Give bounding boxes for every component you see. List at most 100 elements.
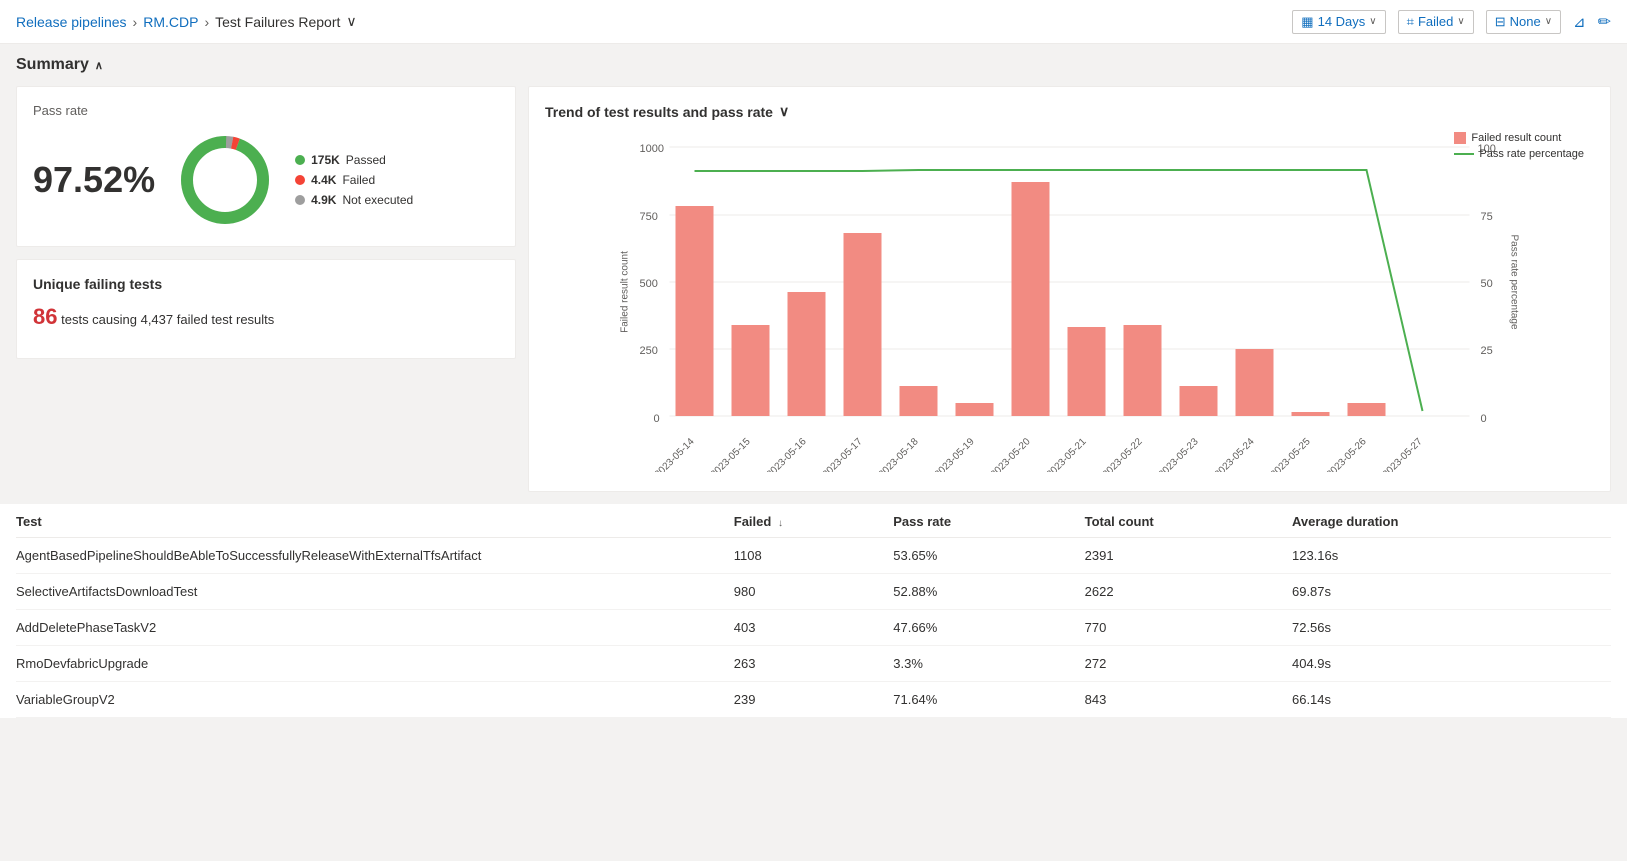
failing-count: 86 (33, 304, 57, 329)
unique-failing-title: Unique failing tests (33, 276, 499, 292)
cell-total-4: 843 (1085, 682, 1292, 718)
chart-title[interactable]: Trend of test results and pass rate ∨ (545, 103, 1594, 120)
legend-not-executed: 4.9K Not executed (295, 193, 413, 207)
svg-text:2023-05-26: 2023-05-26 (1325, 436, 1369, 472)
breadcrumb-release-pipelines[interactable]: Release pipelines (16, 14, 127, 30)
legend-failed-result: Failed result count (1454, 132, 1584, 144)
table-row[interactable]: AddDeletePhaseTaskV2 403 47.66% 770 72.5… (16, 610, 1611, 646)
donut-chart (175, 130, 275, 230)
table-row[interactable]: AgentBasedPipelineShouldBeAbleToSuccessf… (16, 538, 1611, 574)
beaker-icon: ⌗ (1407, 14, 1414, 30)
sort-icon-failed: ↓ (778, 518, 783, 529)
pass-rate-value: 97.52% (33, 159, 155, 201)
table-header-row: Test Failed ↓ Pass rate Total count Aver… (16, 504, 1611, 538)
svg-text:Pass rate percentage: Pass rate percentage (1509, 234, 1520, 329)
table-section: Test Failed ↓ Pass rate Total count Aver… (0, 504, 1627, 718)
cell-avgdur-4: 66.14s (1292, 682, 1611, 718)
svg-text:2023-05-17: 2023-05-17 (821, 436, 865, 472)
pass-rate-line-legend (1454, 153, 1474, 155)
cell-test-0: AgentBasedPipelineShouldBeAbleToSuccessf… (16, 538, 734, 574)
svg-text:0: 0 (654, 413, 660, 425)
breadcrumb-sep-2: › (204, 14, 209, 30)
svg-text:Failed result count: Failed result count (620, 251, 631, 333)
svg-text:250: 250 (640, 345, 658, 357)
cell-test-1: SelectiveArtifactsDownloadTest (16, 574, 734, 610)
svg-text:2023-05-22: 2023-05-22 (1101, 436, 1145, 472)
svg-text:2023-05-25: 2023-05-25 (1269, 436, 1313, 472)
col-header-total: Total count (1085, 504, 1292, 538)
col-header-passrate: Pass rate (893, 504, 1084, 538)
legend-passed: 175K Passed (295, 153, 413, 167)
chart-title-chevron: ∨ (779, 103, 789, 120)
group-chevron: ∨ (1545, 16, 1552, 27)
failing-description-text: tests causing 4,437 failed test results (61, 312, 274, 327)
left-column: Pass rate 97.52% (16, 86, 516, 359)
pass-rate-title: Pass rate (33, 103, 499, 118)
breadcrumb-sep-1: › (133, 14, 138, 30)
pass-rate-card: Pass rate 97.52% (16, 86, 516, 247)
results-table: Test Failed ↓ Pass rate Total count Aver… (16, 504, 1611, 718)
svg-text:50: 50 (1481, 278, 1493, 290)
svg-text:750: 750 (640, 211, 658, 223)
breadcrumb: Release pipelines › RM.CDP › Test Failur… (16, 13, 357, 30)
not-executed-label: Not executed (342, 193, 413, 207)
calendar-icon: ▦ (1301, 14, 1313, 30)
breadcrumb-current: Test Failures Report (215, 14, 340, 30)
cell-failed-2: 403 (734, 610, 894, 646)
group-filter-pill[interactable]: ⊟ None ∨ (1486, 10, 1561, 34)
not-executed-value: 4.9K (311, 193, 336, 207)
svg-text:0: 0 (1481, 413, 1487, 425)
pass-rate-label: Pass rate percentage (1479, 148, 1584, 160)
not-executed-dot (295, 195, 305, 205)
table-row[interactable]: RmoDevfabricUpgrade 263 3.3% 272 404.9s (16, 646, 1611, 682)
days-label: 14 Days (1318, 14, 1366, 29)
svg-text:500: 500 (640, 278, 658, 290)
cell-total-0: 2391 (1085, 538, 1292, 574)
svg-text:2023-05-19: 2023-05-19 (933, 436, 977, 472)
group-label: None (1510, 14, 1541, 29)
table-row[interactable]: VariableGroupV2 239 71.64% 843 66.14s (16, 682, 1611, 718)
legend-failed: 4.4K Failed (295, 173, 413, 187)
summary-cards: Pass rate 97.52% (16, 86, 1611, 492)
breadcrumb-rm-cdp[interactable]: RM.CDP (143, 14, 198, 30)
filter-button[interactable]: ⊿ (1573, 13, 1586, 31)
cell-test-3: RmoDevfabricUpgrade (16, 646, 734, 682)
summary-header[interactable]: Summary ∧ (16, 56, 1611, 74)
col-header-failed[interactable]: Failed ↓ (734, 504, 894, 538)
svg-text:2023-05-24: 2023-05-24 (1213, 436, 1257, 472)
pass-rate-content: 97.52% (33, 130, 499, 230)
svg-text:2023-05-20: 2023-05-20 (989, 436, 1033, 472)
summary-title: Summary (16, 56, 89, 74)
cell-passrate-2: 47.66% (893, 610, 1084, 646)
top-actions: ▦ 14 Days ∨ ⌗ Failed ∨ ⊟ None ∨ ⊿ ✏ (1292, 10, 1611, 34)
cell-avgdur-3: 404.9s (1292, 646, 1611, 682)
cell-total-3: 272 (1085, 646, 1292, 682)
cell-total-1: 2622 (1085, 574, 1292, 610)
svg-text:2023-05-21: 2023-05-21 (1045, 436, 1089, 472)
trend-chart-svg: 1000 750 500 250 0 100 75 50 25 0 (545, 132, 1594, 472)
cell-failed-3: 263 (734, 646, 894, 682)
chart-legend-container: Failed result count Pass rate percentage (1454, 132, 1584, 160)
chart-container: Failed result count Pass rate percentage… (545, 132, 1594, 475)
failed-label: Failed (342, 173, 375, 187)
edit-button[interactable]: ✏ (1598, 12, 1611, 32)
cell-passrate-0: 53.65% (893, 538, 1084, 574)
layers-icon: ⊟ (1495, 14, 1506, 30)
svg-text:2023-05-16: 2023-05-16 (765, 436, 809, 472)
days-filter-pill[interactable]: ▦ 14 Days ∨ (1292, 10, 1385, 34)
cell-avgdur-1: 69.87s (1292, 574, 1611, 610)
passed-value: 175K (311, 153, 340, 167)
passed-dot (295, 155, 305, 165)
col-header-avgdur: Average duration (1292, 504, 1611, 538)
failed-value: 4.4K (311, 173, 336, 187)
status-label: Failed (1418, 14, 1453, 29)
failed-result-box (1454, 132, 1466, 144)
summary-chevron: ∧ (95, 59, 103, 72)
status-filter-pill[interactable]: ⌗ Failed ∨ (1398, 10, 1474, 34)
table-row[interactable]: SelectiveArtifactsDownloadTest 980 52.88… (16, 574, 1611, 610)
cell-failed-4: 239 (734, 682, 894, 718)
table-body: AgentBasedPipelineShouldBeAbleToSuccessf… (16, 538, 1611, 718)
svg-text:25: 25 (1481, 345, 1493, 357)
breadcrumb-dropdown-icon[interactable]: ∨ (346, 13, 356, 30)
cell-passrate-1: 52.88% (893, 574, 1084, 610)
